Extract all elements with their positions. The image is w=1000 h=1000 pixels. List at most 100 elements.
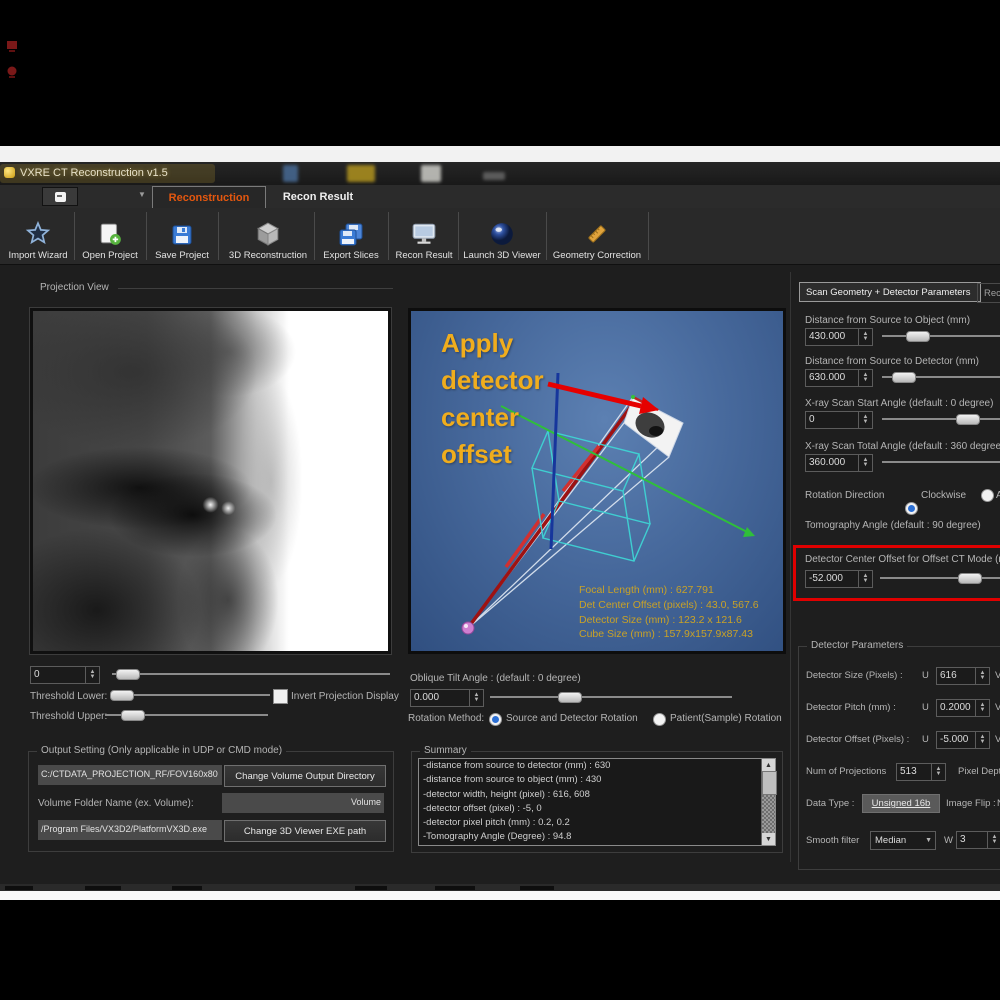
volume-folder-input[interactable]: Volume [222, 793, 384, 813]
source-detector-spinner[interactable]: 630.000 ▲▼ [805, 369, 873, 387]
save-project-button[interactable]: Save Project [150, 211, 214, 261]
spinner-arrows-icon[interactable]: ▲▼ [858, 370, 872, 386]
source-object-slider[interactable] [882, 330, 1000, 342]
change-output-directory-button[interactable]: Change Volume Output Directory [224, 765, 386, 787]
detector-center-offset-spinner[interactable]: -52.000 ▲▼ [805, 570, 873, 588]
spinner-value: 0.2000 [937, 700, 975, 716]
tab-reconstruction[interactable]: Reconstruction [152, 186, 266, 208]
quick-access-button[interactable] [42, 187, 78, 206]
detector-size-u-spinner[interactable]: 616 ▲▼ [936, 667, 990, 685]
taskbar-edge [0, 884, 1000, 891]
param-label: Distance from Source to Object (mm) [805, 315, 970, 326]
scroll-down-icon[interactable]: ▼ [762, 833, 775, 845]
annotation-arrow [548, 384, 659, 414]
invert-projection-label: Invert Projection Display [291, 691, 399, 702]
import-wizard-button[interactable]: Import Wizard [6, 211, 70, 261]
slider-handle[interactable] [892, 372, 916, 383]
detector-pitch-u-spinner[interactable]: 0.2000 ▲▼ [936, 699, 990, 717]
source-point [462, 622, 474, 634]
monitor-icon [411, 221, 437, 247]
data-type-button[interactable]: Unsigned 16b [862, 794, 940, 813]
spinner-arrows-icon[interactable]: ▲▼ [975, 732, 989, 748]
rotation-method-radio-source[interactable] [489, 713, 502, 726]
launch-3d-viewer-button[interactable]: Launch 3D Viewer [462, 211, 542, 261]
export-slices-button[interactable]: Export Slices [318, 211, 384, 261]
detector-offset-u-spinner[interactable]: -5.000 ▲▼ [936, 731, 990, 749]
tab-recon-result[interactable]: Recon Result [266, 186, 370, 207]
spinner-arrows-icon[interactable]: ▲▼ [975, 668, 989, 684]
scrollbar-thumb[interactable] [762, 771, 777, 795]
frame-slider[interactable] [112, 668, 390, 680]
chevron-down-icon[interactable]: ▼ [138, 191, 146, 199]
oblique-tilt-spinner[interactable]: 0.000 ▲▼ [410, 689, 484, 707]
source-object-spinner[interactable]: 430.000 ▲▼ [805, 328, 873, 346]
source-detector-slider[interactable] [882, 371, 1000, 383]
3d-reconstruction-button[interactable]: 3D Reconstruction [222, 211, 314, 261]
scan-start-angle-slider[interactable] [882, 413, 1000, 425]
slider-handle[interactable] [558, 692, 582, 703]
data-type-label: Data Type : [806, 798, 854, 809]
taskbar-item [85, 886, 121, 890]
spinner-arrows-icon[interactable]: ▲▼ [931, 764, 945, 780]
title-bar: VXRE CT Reconstruction v1.5 [0, 162, 1000, 185]
slider-handle[interactable] [906, 331, 930, 342]
volume-cube-wireframe [532, 431, 650, 561]
oblique-tilt-slider[interactable] [490, 691, 732, 703]
slider-handle[interactable] [958, 573, 982, 584]
change-viewer-exe-button[interactable]: Change 3D Viewer EXE path [224, 820, 386, 842]
tab-scan-geometry[interactable]: Scan Geometry + Detector Parameters [799, 282, 981, 302]
oblique-tilt-label: Oblique Tilt Angle : (default : 0 degree… [410, 673, 581, 684]
summary-list[interactable]: -distance from source to detector (mm) :… [418, 758, 776, 846]
taskbar-item [5, 886, 33, 890]
scan-total-angle-spinner[interactable]: 360.000 ▲▼ [805, 454, 873, 472]
spinner-value: -5.000 [937, 732, 975, 748]
threshold-lower-slider[interactable] [110, 689, 270, 701]
tab-recon[interactable]: Recon [977, 283, 1000, 303]
spinner-arrows-icon[interactable]: ▲▼ [858, 329, 872, 345]
spinner-arrows-icon[interactable]: ▲▼ [858, 571, 872, 587]
slider-handle[interactable] [116, 669, 140, 680]
spinner-arrows-icon[interactable]: ▲▼ [469, 690, 483, 706]
num-projections-spinner[interactable]: 513 ▲▼ [896, 763, 946, 781]
spinner-arrows-icon[interactable]: ▲▼ [975, 700, 989, 716]
spinner-value: 513 [897, 764, 931, 780]
w-spinner[interactable]: 3 ▲▼ [956, 831, 1000, 849]
smooth-filter-dropdown[interactable]: Median ▼ [870, 831, 936, 850]
rotation-direction-radio-anticlockwise[interactable] [981, 489, 994, 502]
rotation-direction-radio-clockwise[interactable] [905, 502, 918, 515]
geometry-correction-button[interactable]: Geometry Correction [550, 211, 644, 261]
projection-xray-image[interactable] [30, 308, 391, 654]
detector-center-offset-slider[interactable] [880, 572, 1000, 584]
desktop-icon[interactable] [6, 40, 18, 53]
geometry-3d-view[interactable]: Apply detector center offset Focal Lengt… [408, 308, 786, 654]
scan-start-angle-spinner[interactable]: 0 ▲▼ [805, 411, 873, 429]
rotation-direction-option-clockwise: Clockwise [921, 490, 966, 501]
slider-handle[interactable] [121, 710, 145, 721]
floppy-disk-icon [170, 223, 194, 247]
open-project-button[interactable]: Open Project [78, 211, 142, 261]
toolbar-divider [218, 212, 219, 260]
invert-projection-checkbox[interactable] [273, 689, 288, 704]
summary-scrollbar[interactable]: ▲ ▼ [761, 759, 775, 845]
toolbar-divider [458, 212, 459, 260]
rotation-method-radio-patient[interactable] [653, 713, 666, 726]
output-directory-field[interactable]: C:/CTDATA_PROJECTION_RF/FOV160x80 [38, 765, 222, 785]
slider-handle[interactable] [110, 690, 134, 701]
taskbar-item [355, 886, 387, 890]
spinner-arrows-icon[interactable]: ▲▼ [858, 455, 872, 471]
spinner-arrows-icon[interactable]: ▲▼ [858, 412, 872, 428]
spinner-arrows-icon[interactable]: ▲▼ [987, 832, 1000, 848]
slider-handle[interactable] [956, 414, 980, 425]
desktop-icon[interactable] [6, 66, 18, 79]
frame-spinner[interactable]: 0 ▲▼ [30, 666, 100, 684]
spinner-value: 360.000 [806, 455, 858, 471]
threshold-upper-slider[interactable] [105, 709, 268, 721]
scroll-up-icon[interactable]: ▲ [762, 759, 775, 771]
recon-result-button[interactable]: Recon Result [392, 211, 456, 261]
slider-track [882, 335, 1000, 337]
scan-total-angle-slider[interactable] [882, 456, 1000, 468]
pixel-depth-label: Pixel Depth [958, 766, 1000, 777]
spinner-arrows-icon[interactable]: ▲▼ [85, 667, 99, 683]
viewer-exe-field[interactable]: /Program Files/VX3D2/PlatformVX3D.exe [38, 820, 222, 840]
toolbar-label: 3D Reconstruction [229, 250, 307, 261]
